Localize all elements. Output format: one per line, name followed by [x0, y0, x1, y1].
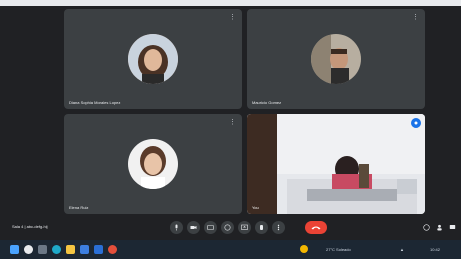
- participant-name: Mauricio Gomez: [252, 100, 282, 105]
- meeting-controls-bar: Sala 4 | abc-defg-hij: [0, 214, 461, 240]
- pin-glyph: [414, 121, 418, 125]
- clock[interactable]: 10:42: [430, 247, 440, 252]
- present-icon[interactable]: [238, 221, 251, 234]
- network-icon[interactable]: ▲: [400, 247, 404, 252]
- avatar-portrait: [128, 34, 178, 84]
- video-grid: ⋮ Diana Sophia Morales Lopez ⋮ Mauricio …: [0, 6, 461, 214]
- avatar: [128, 34, 178, 84]
- avatar-portrait: [128, 139, 178, 189]
- more-options-icon[interactable]: ⋮: [229, 14, 236, 21]
- more-options-icon[interactable]: ⋮: [229, 119, 236, 126]
- people-icon[interactable]: [434, 222, 444, 232]
- chat-icon[interactable]: [447, 222, 457, 232]
- avatar-portrait: [311, 34, 361, 84]
- participant-name: You: [252, 205, 259, 210]
- camera-icon[interactable]: [187, 221, 200, 234]
- chrome-icon[interactable]: [108, 245, 117, 254]
- participant-tile[interactable]: ⋮ Elena Ruiz: [64, 114, 242, 214]
- participant-name: Diana Sophia Morales Lopez: [69, 100, 121, 105]
- avatar: [311, 34, 361, 84]
- camera-feed: [247, 114, 425, 214]
- windows-taskbar: 27°C Soleado ▲ 10:42: [0, 240, 461, 259]
- pin-icon[interactable]: [411, 118, 421, 128]
- task-view-icon[interactable]: [38, 245, 47, 254]
- self-video-tile[interactable]: You: [247, 114, 425, 214]
- weather-text: 27°C Soleado: [326, 247, 351, 252]
- mic-icon[interactable]: [170, 221, 183, 234]
- emoji-icon[interactable]: [221, 221, 234, 234]
- more-options-icon[interactable]: ⋮: [412, 14, 419, 21]
- avatar: [128, 139, 178, 189]
- meeting-info-label: Sala 4 | abc-defg-hij: [12, 224, 48, 229]
- participant-tile[interactable]: ⋮ Diana Sophia Morales Lopez: [64, 9, 242, 109]
- store-icon[interactable]: [80, 245, 89, 254]
- start-icon[interactable]: [10, 245, 19, 254]
- participant-tile[interactable]: ⋮ Mauricio Gomez: [247, 9, 425, 109]
- participant-name: Elena Ruiz: [69, 205, 89, 210]
- more-icon[interactable]: [272, 221, 285, 234]
- end-call-icon: [311, 226, 321, 230]
- file-explorer-icon[interactable]: [66, 245, 75, 254]
- end-call-button[interactable]: [305, 221, 327, 234]
- search-icon[interactable]: [24, 245, 33, 254]
- edge-icon[interactable]: [52, 245, 61, 254]
- mail-icon[interactable]: [94, 245, 103, 254]
- captions-icon[interactable]: [204, 221, 217, 234]
- weather-icon[interactable]: [300, 245, 308, 253]
- info-icon[interactable]: [421, 222, 431, 232]
- raise-hand-icon[interactable]: [255, 221, 268, 234]
